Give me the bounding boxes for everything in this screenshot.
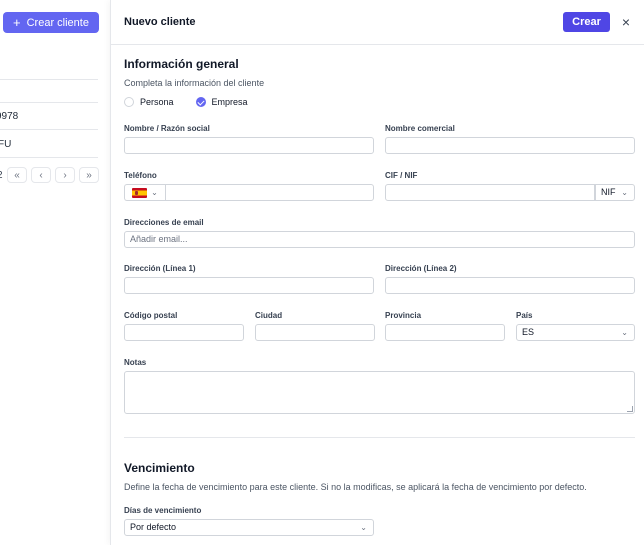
divider (0, 157, 98, 158)
address2-input[interactable] (385, 277, 635, 294)
previous-page-button[interactable]: ‹ (31, 167, 51, 183)
radio-empresa[interactable] (195, 97, 206, 107)
divider (0, 79, 98, 80)
name-input[interactable] (124, 137, 374, 154)
drawer-header: Nuevo cliente Crear × (111, 0, 644, 45)
last-page-button[interactable]: » (79, 167, 99, 183)
create-client-label: Crear cliente (26, 16, 89, 29)
general-section-description: Completa la información del cliente (124, 78, 265, 88)
tax-id-label: CIF / NIF (385, 171, 418, 180)
emails-label: Direcciones de email (124, 218, 204, 227)
next-page-button[interactable]: › (55, 167, 75, 183)
trade-name-input[interactable] (385, 137, 635, 154)
current-page: 2 (0, 170, 3, 181)
trade-name-label: Nombre comercial (385, 124, 455, 133)
new-client-drawer: Nuevo cliente Crear × Información genera… (110, 0, 644, 545)
drawer-title: Nuevo cliente (124, 16, 196, 28)
close-icon[interactable]: × (619, 14, 633, 30)
due-days-select[interactable]: Por defecto ⌄ (124, 519, 374, 536)
create-client-button[interactable]: + Crear cliente (3, 12, 99, 33)
due-section-description: Define la fecha de vencimiento para este… (124, 482, 587, 492)
resize-handle-icon[interactable] (627, 406, 633, 412)
general-section-title: Información general (124, 57, 239, 71)
radio-persona-label[interactable]: Persona (140, 97, 174, 107)
address1-label: Dirección (Línea 1) (124, 264, 196, 273)
tax-id-input[interactable] (385, 184, 595, 201)
radio-empresa-label[interactable]: Empresa (212, 97, 248, 107)
table-row[interactable]: FU (0, 139, 11, 150)
divider (0, 102, 98, 103)
tax-id-type-select[interactable]: NIF ⌄ (595, 184, 635, 201)
due-days-label: Días de vencimiento (124, 506, 202, 515)
phone-input[interactable] (165, 184, 374, 201)
notes-label: Notas (124, 358, 147, 367)
notes-textarea[interactable] (124, 371, 635, 414)
create-button[interactable]: Crear (563, 12, 610, 32)
name-label: Nombre / Razón social (124, 124, 210, 133)
background-client-list: + Crear cliente 9978 FU 2 « ‹ › » (0, 0, 110, 545)
province-input[interactable] (385, 324, 505, 341)
address1-input[interactable] (124, 277, 374, 294)
tax-id-type-value: NIF (601, 187, 616, 197)
country-label: País (516, 311, 533, 320)
first-page-button[interactable]: « (7, 167, 27, 183)
city-input[interactable] (255, 324, 375, 341)
postal-code-label: Código postal (124, 311, 178, 320)
province-label: Provincia (385, 311, 422, 320)
section-divider (124, 437, 635, 438)
due-days-value: Por defecto (130, 522, 177, 532)
country-select[interactable]: ES ⌄ (516, 324, 635, 341)
postal-code-input[interactable] (124, 324, 244, 341)
divider (0, 129, 98, 130)
city-label: Ciudad (255, 311, 283, 320)
country-value: ES (522, 327, 535, 337)
plus-icon: + (13, 15, 21, 30)
phone-country-select[interactable]: ⌄ (124, 184, 165, 201)
address2-label: Dirección (Línea 2) (385, 264, 457, 273)
spain-flag-icon (132, 187, 148, 198)
phone-label: Teléfono (124, 171, 157, 180)
chevron-down-icon: ⌄ (151, 188, 158, 197)
client-type-radio-group: Persona Empresa (124, 97, 264, 107)
chevron-down-icon: ⌄ (621, 188, 628, 197)
due-section-title: Vencimiento (124, 461, 195, 475)
emails-input[interactable]: Añadir email... (124, 231, 635, 248)
pagination: 2 « ‹ › » (0, 167, 99, 183)
chevron-down-icon: ⌄ (360, 523, 367, 532)
table-row[interactable]: 9978 (0, 111, 18, 122)
chevron-down-icon: ⌄ (621, 328, 628, 337)
radio-persona[interactable] (124, 97, 134, 107)
